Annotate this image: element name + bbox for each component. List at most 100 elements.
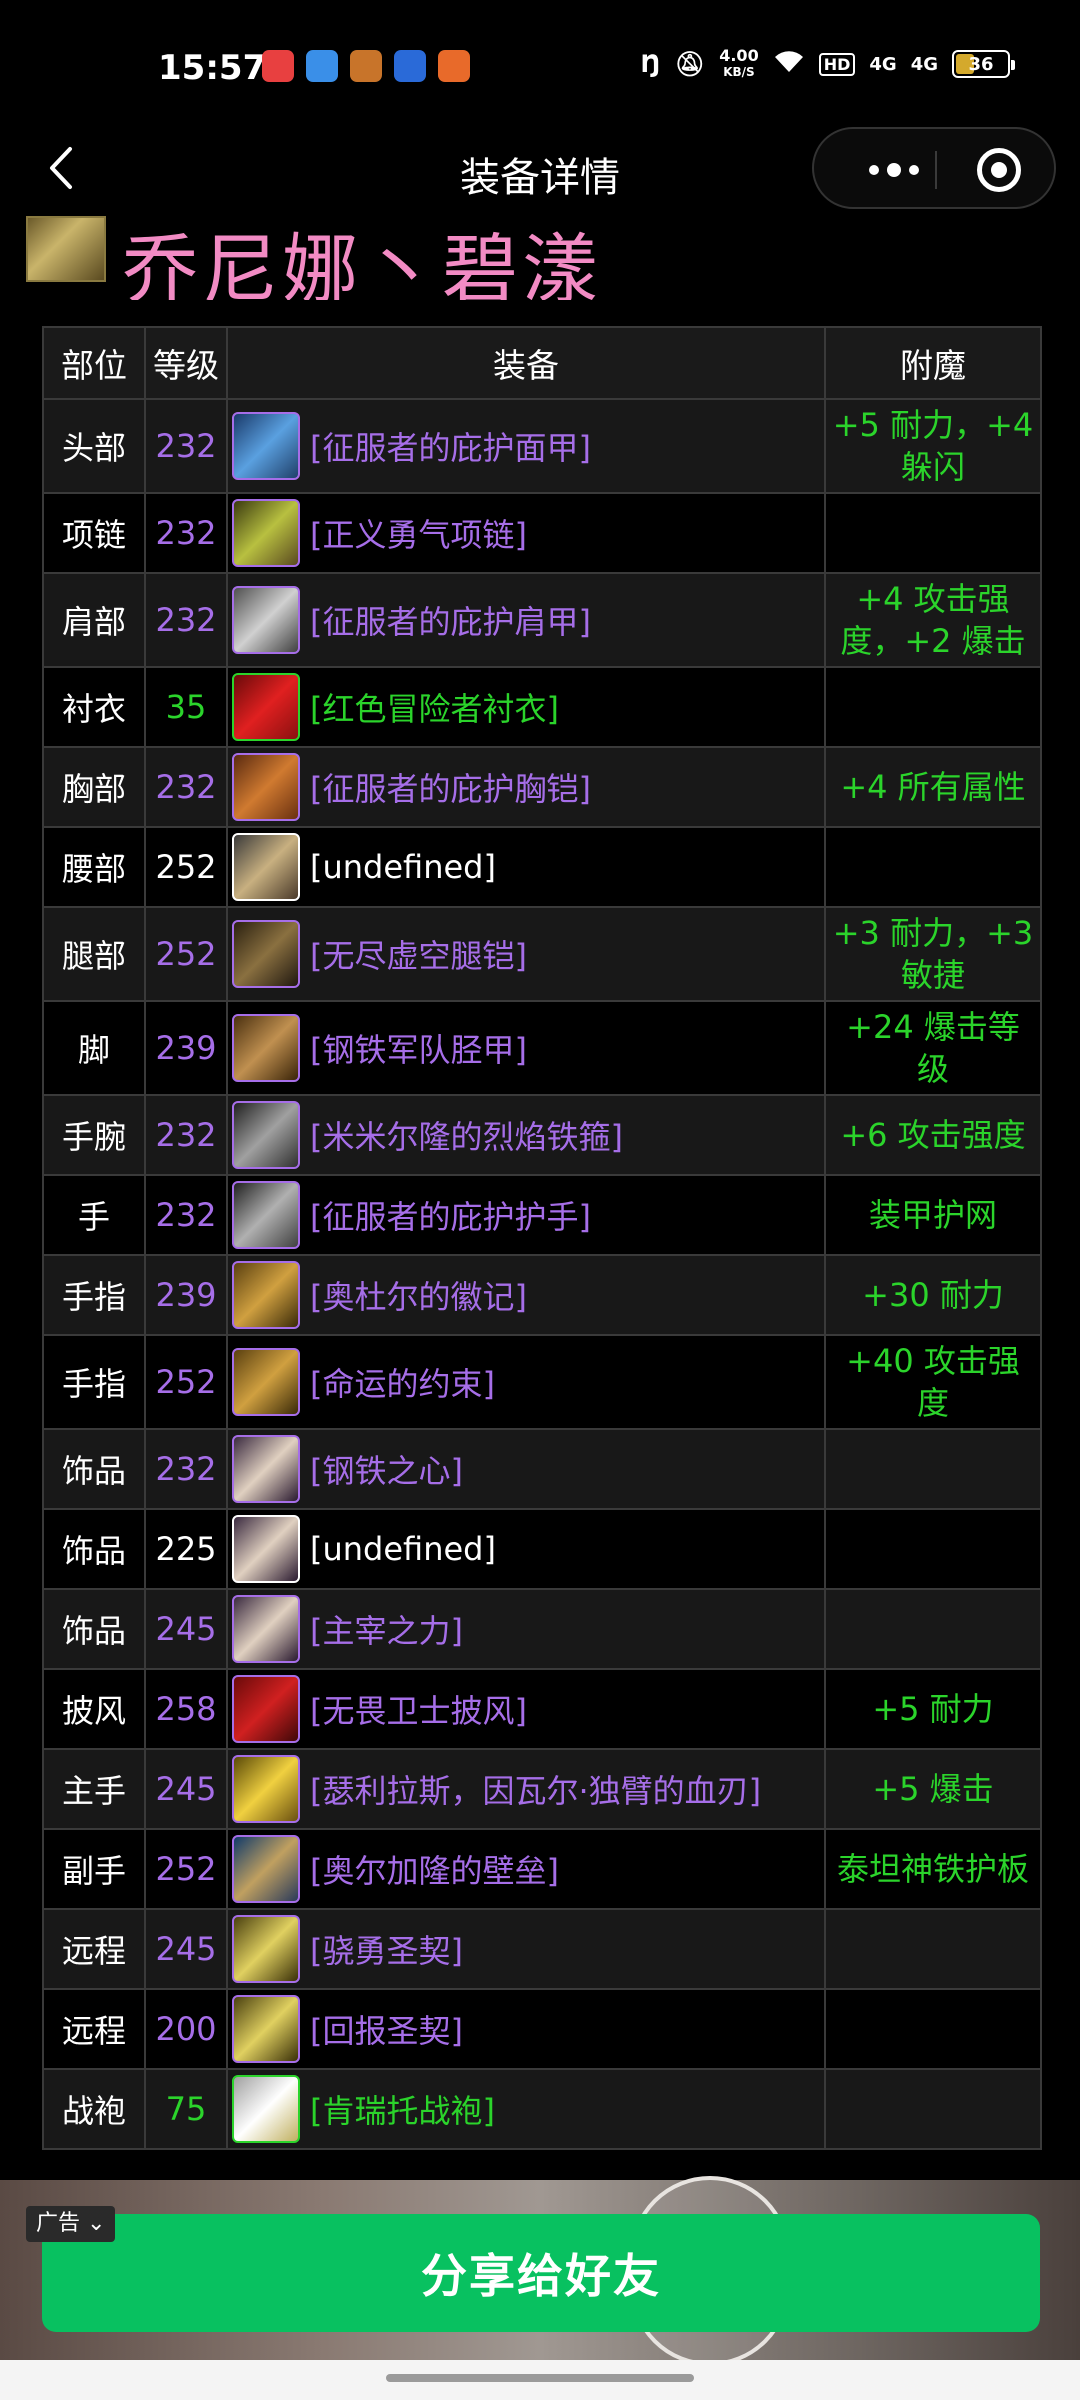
table-row[interactable]: 手指 239 [奥杜尔的徽记] +30 耐力 — [42, 1254, 1042, 1336]
libram-icon[interactable] — [232, 1915, 300, 1983]
table-row[interactable]: 项链 232 [正义勇气项链] — [42, 492, 1042, 574]
table-row[interactable]: 饰品 232 [钢铁之心] — [42, 1428, 1042, 1510]
trinket-icon[interactable] — [232, 1595, 300, 1663]
slot-cell: 手腕 — [42, 1094, 146, 1176]
table-row[interactable]: 手指 252 [命运的约束] +40 攻击强度 — [42, 1334, 1042, 1430]
item-link[interactable]: [瑟利拉斯，因瓦尔·独臂的血刃] — [310, 1766, 761, 1812]
item-link[interactable]: [骁勇圣契] — [310, 1926, 463, 1972]
enchant-cell: +4 所有属性 — [824, 746, 1042, 828]
home-indicator[interactable] — [386, 2374, 694, 2382]
table-row[interactable]: 腰部 252 [undefined] — [42, 826, 1042, 908]
nfc-icon: Ŋ — [640, 50, 661, 78]
level-cell: 75 — [144, 2068, 228, 2150]
helmet-icon[interactable] — [232, 412, 300, 480]
level-cell: 232 — [144, 1428, 228, 1510]
libram-icon[interactable] — [232, 1995, 300, 2063]
close-miniprogram-button[interactable] — [977, 148, 1021, 192]
ring-icon[interactable] — [232, 1348, 300, 1416]
enchant-cell: 泰坦神铁护板 — [824, 1828, 1042, 1910]
slot-cell: 饰品 — [42, 1428, 146, 1510]
table-row[interactable]: 手腕 232 [米米尔隆的烈焰铁箍] +6 攻击强度 — [42, 1094, 1042, 1176]
item-link[interactable]: [肯瑞托战袍] — [310, 2086, 495, 2132]
more-button[interactable] — [864, 156, 924, 184]
item-cell: [米米尔隆的烈焰铁箍] — [226, 1094, 826, 1176]
character-class-icon — [26, 216, 106, 282]
boots-icon[interactable] — [232, 1014, 300, 1082]
item-link[interactable]: [奥尔加隆的壁垒] — [310, 1846, 559, 1892]
item-link[interactable]: [钢铁军队胫甲] — [310, 1025, 527, 1071]
table-row[interactable]: 脚 239 [钢铁军队胫甲] +24 爆击等级 — [42, 1000, 1042, 1096]
enchant-cell — [824, 2068, 1042, 2150]
gear-table: 部位 等级 装备 附魔 头部 232 [征服者的庇护面甲] +5 耐力，+4 躲闪 项链… — [42, 326, 1042, 2150]
legs-icon[interactable] — [232, 920, 300, 988]
slot-cell: 副手 — [42, 1828, 146, 1910]
item-link[interactable]: [征服者的庇护胸铠] — [310, 764, 591, 810]
slot-cell: 项链 — [42, 492, 146, 574]
item-link[interactable]: [回报圣契] — [310, 2006, 463, 2052]
ad-tag[interactable]: 广告 ⌄ — [26, 2206, 116, 2242]
item-link[interactable]: [undefined] — [310, 1530, 496, 1568]
sword-icon[interactable] — [232, 1755, 300, 1823]
status-right: Ŋ 🔕︎ 4.00 KB/S HD 4G 4G 36 — [640, 46, 1015, 80]
shirt-icon[interactable] — [232, 673, 300, 741]
table-row[interactable]: 战袍 75 [肯瑞托战袍] — [42, 2068, 1042, 2150]
item-cell: [征服者的庇护护手] — [226, 1174, 826, 1256]
item-link[interactable]: [钢铁之心] — [310, 1446, 463, 1492]
table-row[interactable]: 饰品 245 [主宰之力] — [42, 1588, 1042, 1670]
item-link[interactable]: [无尽虚空腿铠] — [310, 931, 527, 977]
item-cell: [undefined] — [226, 1508, 826, 1590]
enchant-cell: 装甲护网 — [824, 1174, 1042, 1256]
notification-icons — [262, 50, 470, 82]
table-row[interactable]: 手 232 [征服者的庇护护手] 装甲护网 — [42, 1174, 1042, 1256]
level-cell: 225 — [144, 1508, 228, 1590]
waist-icon[interactable] — [232, 833, 300, 901]
slot-cell: 头部 — [42, 398, 146, 494]
shield-icon[interactable] — [232, 1835, 300, 1903]
ring-icon[interactable] — [232, 1261, 300, 1329]
item-link[interactable]: [征服者的庇护护手] — [310, 1192, 591, 1238]
chest-icon[interactable] — [232, 753, 300, 821]
share-button[interactable]: 分享给好友 — [42, 2214, 1040, 2332]
net-speed: 4.00 KB/S — [719, 46, 759, 80]
table-row[interactable]: 肩部 232 [征服者的庇护肩甲] +4 攻击强度，+2 爆击 — [42, 572, 1042, 668]
slot-cell: 肩部 — [42, 572, 146, 668]
table-row[interactable]: 饰品 225 [undefined] — [42, 1508, 1042, 1590]
enchant-cell — [824, 1908, 1042, 1990]
item-link[interactable]: [征服者的庇护面甲] — [310, 423, 591, 469]
table-row[interactable]: 远程 200 [回报圣契] — [42, 1988, 1042, 2070]
item-link[interactable]: [主宰之力] — [310, 1606, 463, 1652]
table-row[interactable]: 腿部 252 [无尽虚空腿铠] +3 耐力，+3 敏捷 — [42, 906, 1042, 1002]
item-link[interactable]: [红色冒险者衬衣] — [310, 684, 559, 730]
item-cell: [钢铁军队胫甲] — [226, 1000, 826, 1096]
necklace-icon[interactable] — [232, 499, 300, 567]
wrist-icon[interactable] — [232, 1101, 300, 1169]
table-row[interactable]: 主手 245 [瑟利拉斯，因瓦尔·独臂的血刃] +5 爆击 — [42, 1748, 1042, 1830]
table-header-row: 部位 等级 装备 附魔 — [42, 326, 1042, 400]
level-cell: 252 — [144, 826, 228, 908]
miniprogram-capsule — [812, 127, 1056, 209]
item-link[interactable]: [征服者的庇护肩甲] — [310, 597, 591, 643]
item-cell: [命运的约束] — [226, 1334, 826, 1430]
trinket-icon[interactable] — [232, 1515, 300, 1583]
table-row[interactable]: 衬衣 35 [红色冒险者衬衣] — [42, 666, 1042, 748]
table-row[interactable]: 披风 258 [无畏卫士披风] +5 耐力 — [42, 1668, 1042, 1750]
tabard-icon[interactable] — [232, 2075, 300, 2143]
cloak-icon[interactable] — [232, 1675, 300, 1743]
item-link[interactable]: [正义勇气项链] — [310, 510, 527, 556]
shoulder-icon[interactable] — [232, 586, 300, 654]
table-row[interactable]: 头部 232 [征服者的庇护面甲] +5 耐力，+4 躲闪 — [42, 398, 1042, 494]
level-cell: 232 — [144, 1094, 228, 1176]
trinket-icon[interactable] — [232, 1435, 300, 1503]
item-link[interactable]: [undefined] — [310, 848, 496, 886]
item-link[interactable]: [奥杜尔的徽记] — [310, 1272, 527, 1318]
item-link[interactable]: [命运的约束] — [310, 1359, 495, 1405]
item-link[interactable]: [无畏卫士披风] — [310, 1686, 527, 1732]
table-row[interactable]: 远程 245 [骁勇圣契] — [42, 1908, 1042, 1990]
slot-cell: 手指 — [42, 1254, 146, 1336]
level-cell: 232 — [144, 572, 228, 668]
gloves-icon[interactable] — [232, 1181, 300, 1249]
table-row[interactable]: 胸部 232 [征服者的庇护胸铠] +4 所有属性 — [42, 746, 1042, 828]
item-cell: [主宰之力] — [226, 1588, 826, 1670]
item-link[interactable]: [米米尔隆的烈焰铁箍] — [310, 1112, 623, 1158]
table-row[interactable]: 副手 252 [奥尔加隆的壁垒] 泰坦神铁护板 — [42, 1828, 1042, 1910]
